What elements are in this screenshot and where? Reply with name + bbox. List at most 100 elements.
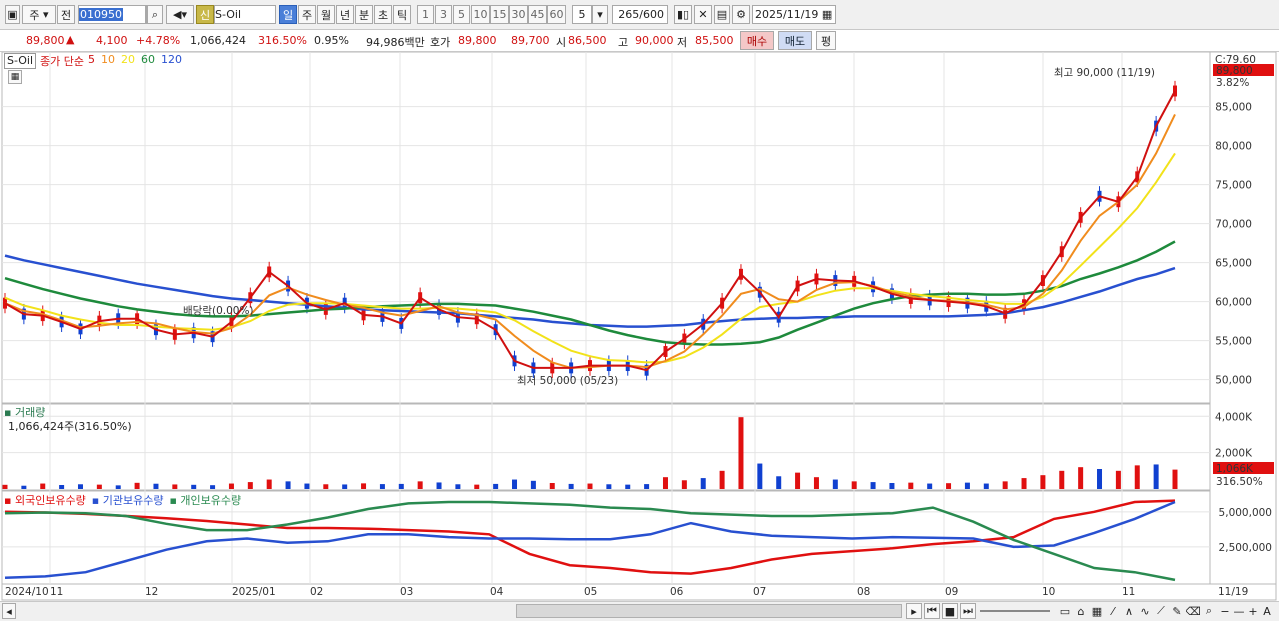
volume-bar xyxy=(606,484,612,489)
period-3-button[interactable]: 년 xyxy=(336,5,354,24)
volume-bar xyxy=(644,484,650,489)
calculator-icon[interactable]: ▦ xyxy=(8,70,22,84)
sell-button[interactable]: 매도 xyxy=(778,31,812,50)
period-4-button[interactable]: 분 xyxy=(355,5,373,24)
volume-bar xyxy=(323,484,329,489)
scroll-thumb[interactable] xyxy=(516,604,902,618)
high-value: 90,000 xyxy=(635,34,674,47)
dividend-annotation: 배당락(0.00%) xyxy=(183,305,254,317)
interval-30-button[interactable]: 30 xyxy=(509,5,528,24)
line-tool-icon[interactable]: ⁄ xyxy=(1106,603,1120,619)
stock-name-field[interactable]: S-Oil xyxy=(214,5,276,24)
interval-15-button[interactable]: 15 xyxy=(490,5,509,24)
volume-bar xyxy=(417,481,423,489)
volume-bar xyxy=(1021,478,1027,489)
stop-icon[interactable]: ■ xyxy=(942,603,958,619)
count-field[interactable]: 265/600 xyxy=(612,5,668,24)
eraser-icon[interactable]: ⌫ xyxy=(1186,603,1200,619)
high-label: 고 xyxy=(618,36,629,49)
buy-button[interactable]: 매수 xyxy=(740,31,774,50)
date-tick-label: 09 xyxy=(945,586,958,598)
layout-icon[interactable]: ▣ xyxy=(5,5,20,24)
prev-button[interactable]: 전 xyxy=(57,5,75,24)
wave-icon[interactable]: ∿ xyxy=(1138,603,1152,619)
volume-bar xyxy=(625,484,631,489)
scroll-right-icon[interactable]: ▸ xyxy=(906,603,922,619)
type-select[interactable]: 주 ▾ xyxy=(22,5,56,24)
volume-bar xyxy=(493,483,499,489)
interval-60-button[interactable]: 60 xyxy=(547,5,566,24)
crosshair-icon[interactable]: ✕ xyxy=(694,5,712,24)
candle-icon[interactable]: ▮▯ xyxy=(674,5,692,24)
brush-icon[interactable]: ✎ xyxy=(1170,603,1184,619)
period-6-button[interactable]: 틱 xyxy=(393,5,411,24)
interval-5-button[interactable]: 5 xyxy=(453,5,470,24)
price-legend-name[interactable]: S-Oil xyxy=(4,53,37,69)
volume-bar xyxy=(587,483,593,489)
text-tool-icon[interactable]: A xyxy=(1260,603,1274,619)
interval-value-field[interactable]: 5 xyxy=(572,5,592,24)
zoom-box-icon[interactable]: ▭ xyxy=(1058,603,1072,619)
gear-icon[interactable]: ⚙ xyxy=(732,5,750,24)
panel-frame xyxy=(1,51,1211,404)
volume-bar xyxy=(719,470,725,489)
date-tick-label: 2025/01 xyxy=(232,586,276,598)
interval-3-button[interactable]: 3 xyxy=(435,5,452,24)
interval-10-button[interactable]: 10 xyxy=(471,5,490,24)
calendar-icon[interactable]: ▦ xyxy=(822,8,832,21)
volume-bar xyxy=(59,485,65,489)
volume-bar xyxy=(1040,475,1046,489)
search-zoom-icon[interactable]: ⌕ xyxy=(1202,603,1216,619)
price-tick-label: 75,000 xyxy=(1215,180,1252,192)
interval-45-button[interactable]: 45 xyxy=(528,5,547,24)
scroll-left-icon[interactable]: ◂ xyxy=(2,603,16,619)
low-annotation: 최저 50,000 (05/23) xyxy=(517,375,618,387)
zoom-slider[interactable] xyxy=(980,610,1050,612)
volume-bar xyxy=(21,485,27,489)
volume-bar xyxy=(77,484,83,489)
new-badge: 신 xyxy=(196,5,214,24)
code-input[interactable]: 010950 xyxy=(78,5,146,24)
date-field[interactable]: 2025/11/19 ▦ xyxy=(752,5,836,24)
up-arrow-icon: ▲ xyxy=(66,33,75,46)
forward-icon[interactable]: ⏭ xyxy=(960,603,976,619)
ma-legend-120: 120 xyxy=(161,53,183,66)
date-tick-label: 11 xyxy=(50,586,63,598)
panel-frame xyxy=(1,403,1211,491)
holding-tick-label: 2,500,000 xyxy=(1219,542,1272,554)
eval-button[interactable]: 평 xyxy=(816,31,836,50)
period-1-button[interactable]: 주 xyxy=(298,5,316,24)
table-icon[interactable]: ▦ xyxy=(1090,603,1104,619)
price-legend-label: 종가 단순 xyxy=(40,55,85,68)
dash-icon[interactable]: — xyxy=(1232,603,1246,619)
volume-bar xyxy=(115,485,121,489)
draw-icon[interactable]: ∧ xyxy=(1122,603,1136,619)
bottom-bar: ◂ ▸ ⏮ ■ ⏭ ▭ ⌂ ▦ ⁄ ∧ ∿ ⟋ ✎ ⌫ ⌕ − — + A xyxy=(0,601,1279,621)
save-icon[interactable]: ▤ xyxy=(714,5,730,24)
volume-value: 1,066,424 xyxy=(190,34,246,47)
tool-icon[interactable]: ⌂ xyxy=(1074,603,1088,619)
volume-bar xyxy=(1153,464,1159,489)
date-tick-label: 2024/10 xyxy=(5,586,49,598)
volume-bar xyxy=(851,481,857,489)
volume-bar xyxy=(795,472,801,489)
interval-1-button[interactable]: 1 xyxy=(417,5,434,24)
volume-bar xyxy=(908,482,914,489)
trend-icon[interactable]: ⟋ xyxy=(1154,603,1168,619)
volume-bar xyxy=(813,477,819,489)
quote-bar: 89,800 ▲ 4,100 +4.78% 1,066,424 316.50% … xyxy=(0,30,1279,52)
interval-dropdown-icon[interactable]: ▾ xyxy=(592,5,608,24)
volume-bar xyxy=(776,476,782,489)
volume-bar xyxy=(757,463,763,489)
volume-bar xyxy=(700,478,706,489)
period-2-button[interactable]: 월 xyxy=(317,5,335,24)
speaker-icon[interactable]: ◀▾ xyxy=(166,5,194,24)
rewind-icon[interactable]: ⏮ xyxy=(924,603,940,619)
plus-icon[interactable]: + xyxy=(1246,603,1260,619)
period-5-button[interactable]: 초 xyxy=(374,5,392,24)
count-max: 600 xyxy=(643,8,664,21)
period-0-button[interactable]: 일 xyxy=(279,5,297,24)
search-icon[interactable]: ⌕ xyxy=(147,5,163,24)
date-tick-label: 03 xyxy=(400,586,413,598)
minus-icon[interactable]: − xyxy=(1218,603,1232,619)
